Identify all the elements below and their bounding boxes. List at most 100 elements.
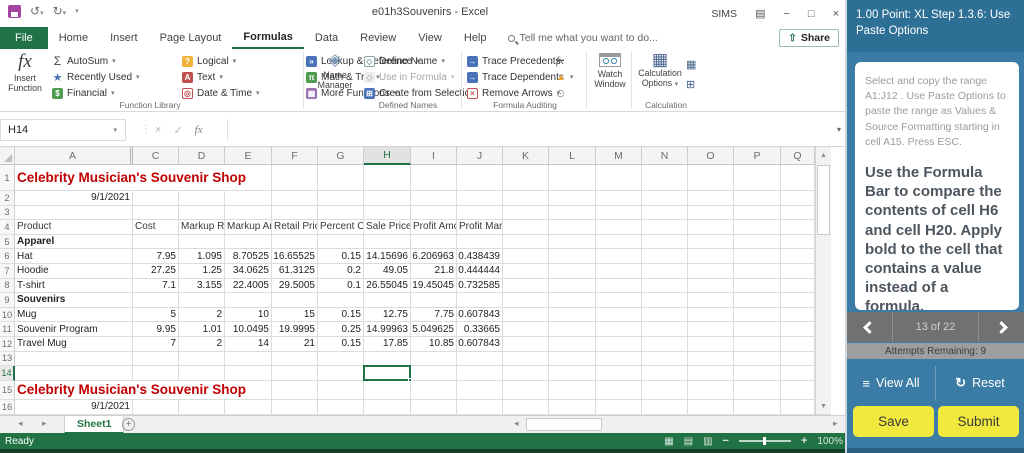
scroll-up-icon[interactable]: ▲ bbox=[816, 147, 831, 163]
cell-M6[interactable] bbox=[596, 249, 642, 264]
reset-button[interactable]: ↻ Reset bbox=[936, 366, 1024, 400]
col-header-I[interactable]: I bbox=[411, 147, 457, 165]
row-header-12[interactable]: 12 bbox=[0, 336, 15, 352]
cell-A3[interactable] bbox=[15, 205, 133, 221]
cell-F1[interactable] bbox=[272, 165, 318, 191]
cell-L13[interactable] bbox=[549, 351, 596, 367]
cell-J3[interactable] bbox=[457, 205, 503, 221]
cell-E6[interactable]: 8.70525 bbox=[225, 249, 272, 264]
cell-K10[interactable] bbox=[503, 307, 549, 323]
cell-Q4[interactable] bbox=[781, 220, 815, 235]
page-layout-view-icon[interactable]: ▤ bbox=[684, 436, 693, 447]
cell-E8[interactable]: 22.4005 bbox=[225, 278, 272, 294]
zoom-slider-thumb[interactable] bbox=[762, 437, 766, 445]
cell-D8[interactable]: 3.155 bbox=[179, 278, 225, 294]
cell-H11[interactable]: 14.99963 bbox=[364, 322, 411, 337]
ribbon-display-options-icon[interactable]: ▤ bbox=[755, 7, 765, 20]
cell-N15[interactable] bbox=[642, 380, 688, 400]
cell-G16[interactable] bbox=[318, 399, 364, 415]
cell-P1[interactable] bbox=[734, 165, 781, 191]
cell-F6[interactable]: 16.65525 bbox=[272, 249, 318, 264]
cell-L9[interactable] bbox=[549, 293, 596, 308]
cell-P4[interactable] bbox=[734, 220, 781, 235]
cell-C5[interactable] bbox=[133, 234, 179, 250]
tab-formulas[interactable]: Formulas bbox=[232, 27, 304, 49]
col-header-M[interactable]: M bbox=[596, 147, 642, 165]
hscroll-left-icon[interactable]: ◂ bbox=[514, 418, 519, 429]
col-header-Q[interactable]: Q bbox=[781, 147, 815, 165]
cell-A11[interactable]: Souvenir Program bbox=[15, 322, 133, 337]
cell-J8[interactable]: 0.732585 bbox=[457, 278, 503, 294]
text-button[interactable]: A Text ▾ bbox=[182, 70, 223, 84]
cell-Q14[interactable] bbox=[781, 366, 815, 381]
cell-C2[interactable] bbox=[133, 191, 179, 206]
cell-H5[interactable] bbox=[364, 234, 411, 250]
cell-M2[interactable] bbox=[596, 191, 642, 206]
cell-M16[interactable] bbox=[596, 399, 642, 415]
define-name-button[interactable]: ◇ Define Name ▾ bbox=[364, 54, 445, 68]
cell-H14[interactable] bbox=[363, 365, 412, 382]
col-header-F[interactable]: F bbox=[272, 147, 318, 165]
cancel-entry-icon[interactable]: × bbox=[155, 124, 161, 136]
cell-A2[interactable]: 9/1/2021 bbox=[15, 191, 133, 206]
row-header-16[interactable]: 16 bbox=[0, 399, 15, 415]
cell-I6[interactable]: 6.206963 bbox=[411, 249, 457, 264]
cell-K16[interactable] bbox=[503, 399, 549, 415]
cell-I11[interactable]: 5.049625 bbox=[411, 322, 457, 337]
row-header-2[interactable]: 2 bbox=[0, 191, 15, 206]
cell-A14[interactable] bbox=[15, 366, 133, 381]
trace-dependents-button[interactable]: → Trace Dependents bbox=[467, 70, 564, 84]
cell-J16[interactable] bbox=[457, 399, 503, 415]
cell-E12[interactable]: 14 bbox=[225, 336, 272, 352]
cell-H4[interactable]: Sale Price bbox=[364, 220, 411, 235]
cell-E11[interactable]: 10.0495 bbox=[225, 322, 272, 337]
cell-E2[interactable] bbox=[225, 191, 272, 206]
financial-button[interactable]: $ Financial ▾ bbox=[52, 86, 115, 100]
row-header-4[interactable]: 4 bbox=[0, 220, 15, 235]
tell-me-box[interactable]: Tell me what you want to do... bbox=[507, 27, 658, 49]
tab-insert[interactable]: Insert bbox=[99, 27, 149, 49]
cell-O4[interactable] bbox=[688, 220, 734, 235]
tab-file[interactable]: File bbox=[0, 27, 48, 49]
new-sheet-icon[interactable]: + bbox=[122, 418, 135, 431]
cell-C9[interactable] bbox=[133, 293, 179, 308]
tab-home[interactable]: Home bbox=[48, 27, 99, 49]
cell-P12[interactable] bbox=[734, 336, 781, 352]
cell-P10[interactable] bbox=[734, 307, 781, 323]
cell-L14[interactable] bbox=[549, 366, 596, 381]
zoom-in-icon[interactable]: + bbox=[801, 435, 807, 447]
cell-M13[interactable] bbox=[596, 351, 642, 367]
cell-Q10[interactable] bbox=[781, 307, 815, 323]
page-break-view-icon[interactable]: ▥ bbox=[703, 436, 712, 447]
cell-A16[interactable]: 9/1/2021 bbox=[15, 399, 133, 415]
cell-L2[interactable] bbox=[549, 191, 596, 206]
cell-O8[interactable] bbox=[688, 278, 734, 294]
col-header-C[interactable]: C bbox=[133, 147, 179, 165]
cell-H13[interactable] bbox=[364, 351, 411, 367]
row-header-5[interactable]: 5 bbox=[0, 234, 15, 250]
cell-F15[interactable] bbox=[272, 380, 318, 400]
sheet-scroll-right-icon[interactable]: ▸ bbox=[42, 418, 47, 429]
col-header-J[interactable]: J bbox=[457, 147, 503, 165]
cell-G8[interactable]: 0.1 bbox=[318, 278, 364, 294]
cell-J1[interactable] bbox=[457, 165, 503, 191]
tab-help[interactable]: Help bbox=[453, 27, 498, 49]
hscroll-right-icon[interactable]: ▸ bbox=[833, 418, 838, 429]
zoom-out-icon[interactable]: − bbox=[723, 435, 729, 447]
normal-view-icon[interactable]: ▦ bbox=[664, 436, 673, 447]
cell-N14[interactable] bbox=[642, 366, 688, 381]
cell-G2[interactable] bbox=[318, 191, 364, 206]
cell-Q11[interactable] bbox=[781, 322, 815, 337]
cell-O11[interactable] bbox=[688, 322, 734, 337]
cell-N2[interactable] bbox=[642, 191, 688, 206]
cell-E7[interactable]: 34.0625 bbox=[225, 263, 272, 279]
trace-precedents-button[interactable]: → Trace Precedents bbox=[467, 54, 561, 68]
col-header-A[interactable]: A bbox=[15, 147, 133, 165]
cell-J4[interactable]: Profit Margin bbox=[457, 220, 503, 235]
cell-L3[interactable] bbox=[549, 205, 596, 221]
cell-A1[interactable]: Celebrity Musician's Souvenir Shop bbox=[15, 165, 257, 191]
cell-I2[interactable] bbox=[411, 191, 457, 206]
close-icon[interactable]: × bbox=[833, 8, 839, 20]
cell-O5[interactable] bbox=[688, 234, 734, 250]
cell-G11[interactable]: 0.25 bbox=[318, 322, 364, 337]
